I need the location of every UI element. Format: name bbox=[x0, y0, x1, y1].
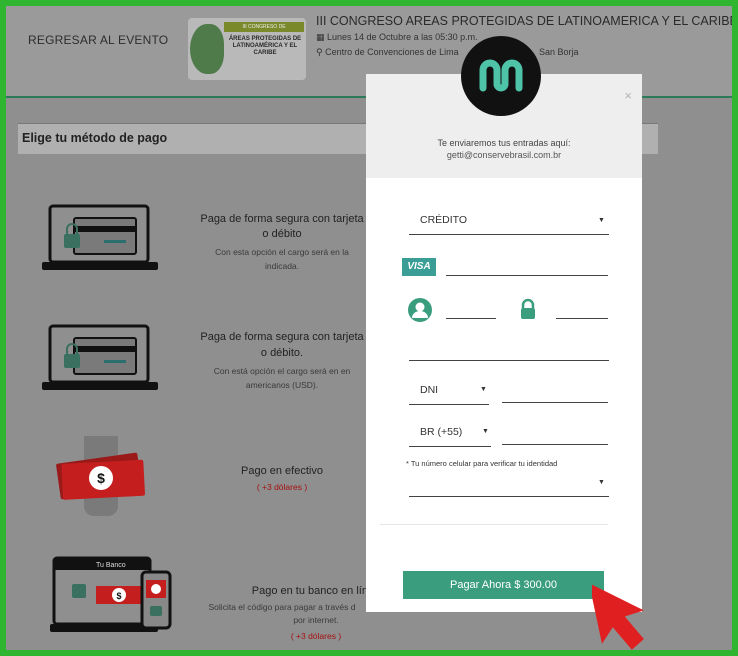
lock-icon bbox=[521, 298, 535, 319]
bank-label: Tu Banco bbox=[96, 562, 126, 569]
close-icon[interactable]: × bbox=[624, 88, 632, 103]
pay-now-button[interactable]: Pagar Ahora $ 300.00 bbox=[403, 571, 604, 599]
section-title: Elige tu método de pago bbox=[22, 131, 168, 145]
event-date-text: Lunes 14 de Octubre a las 05:30 p.m. bbox=[327, 32, 478, 42]
option-card-usd-desc-1: Con está opción el cargo será en en bbox=[213, 366, 351, 376]
option-cash-title[interactable]: Pago en efectivo bbox=[192, 464, 372, 479]
phone-hint: * Tu número celular para verificar tu id… bbox=[406, 459, 558, 468]
event-title: III CONGRESO AREAS PROTEGIDAS DE LATINOA… bbox=[316, 14, 732, 28]
user-icon bbox=[408, 298, 432, 322]
logo-illustration bbox=[190, 24, 224, 74]
event-venue-text: Centro de Convenciones de Lima bbox=[325, 47, 459, 57]
visa-badge: VISA bbox=[402, 258, 436, 276]
card-type-underline bbox=[409, 216, 609, 235]
option-bank-fee: ( +3 dólares ) bbox=[290, 631, 342, 641]
logo-text: ÁREAS PROTEGIDAS DE LATINOAMÉRICA Y EL C… bbox=[228, 36, 302, 56]
svg-text:$: $ bbox=[116, 591, 121, 601]
screenshot-frame: REGRESAR AL EVENTO III CONGRESO DE ÁREAS… bbox=[0, 0, 738, 656]
pointer-arrow-icon bbox=[592, 583, 644, 650]
option-card-title-1[interactable]: Paga de forma segura con tarjeta bbox=[192, 212, 372, 227]
brand-logo bbox=[461, 36, 541, 116]
event-venue: ⚲ Centro de Convenciones de Lima bbox=[316, 47, 459, 58]
phone-number-input[interactable] bbox=[502, 426, 608, 445]
svg-text:$: $ bbox=[97, 470, 105, 486]
back-to-event-link[interactable]: REGRESAR AL EVENTO bbox=[28, 33, 168, 47]
option-card-desc-2: indicada. bbox=[264, 261, 300, 271]
laptop-card-usd-icon bbox=[42, 324, 158, 390]
cvv-input[interactable] bbox=[556, 300, 608, 319]
document-type-underline bbox=[409, 386, 489, 405]
expiry-input[interactable] bbox=[446, 300, 496, 319]
modal-divider bbox=[380, 524, 608, 525]
calendar-icon: ▦ bbox=[316, 32, 328, 42]
cardholder-name-input[interactable] bbox=[409, 342, 609, 361]
location-pin-icon: ⚲ bbox=[316, 47, 326, 57]
brand-mark-icon bbox=[479, 59, 523, 92]
phone-code-underline bbox=[409, 428, 491, 447]
option-bank-desc-2: por internet. bbox=[293, 615, 339, 625]
option-card-title-2: o débito bbox=[262, 228, 302, 240]
extra-select[interactable] bbox=[409, 478, 609, 497]
laptop-card-icon bbox=[42, 204, 158, 270]
card-number-input[interactable] bbox=[446, 257, 608, 276]
logo-band-text: III CONGRESO DE bbox=[224, 22, 304, 32]
option-card-desc-1: Con esta opción el cargo será en la bbox=[215, 247, 349, 257]
event-logo: III CONGRESO DE ÁREAS PROTEGIDAS DE LATI… bbox=[188, 18, 306, 80]
option-card-usd-desc-2: americanos (USD). bbox=[245, 380, 319, 390]
option-bank-desc-1: Solicita el código para pagar a través d bbox=[208, 602, 356, 612]
online-bank-icon: Tu Banco $ bbox=[50, 556, 172, 632]
option-card-usd-title-1[interactable]: Paga de forma segura con tarjeta bbox=[192, 330, 372, 345]
recipient-email: getti@conservebrasil.com.br bbox=[446, 150, 562, 160]
send-tickets-label: Te enviaremos tus entradas aquí: bbox=[437, 138, 571, 148]
event-venue-district: San Borja bbox=[539, 47, 579, 57]
event-date: ▦ Lunes 14 de Octubre a las 05:30 p.m. bbox=[316, 32, 478, 43]
cash-hand-icon: $ bbox=[56, 436, 145, 516]
option-card-usd-title-2: o débito. bbox=[260, 347, 304, 359]
document-number-input[interactable] bbox=[502, 384, 608, 403]
option-cash-fee: ( +3 dólares ) bbox=[256, 482, 308, 492]
